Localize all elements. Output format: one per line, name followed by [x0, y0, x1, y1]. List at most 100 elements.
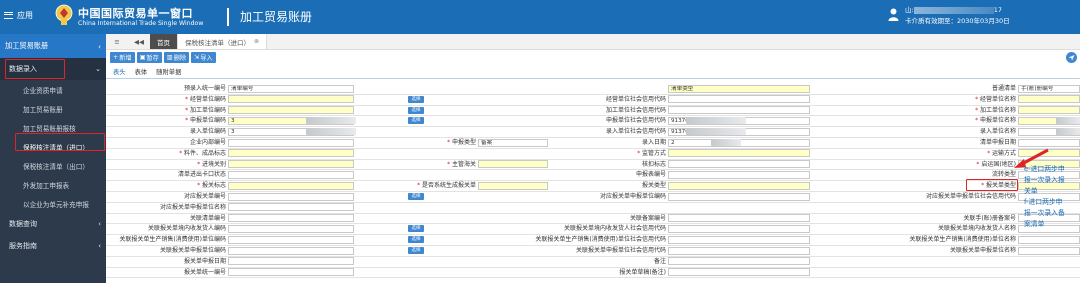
- sidebar-group-guide[interactable]: 服务指南 ‹: [0, 235, 106, 257]
- form-row: * 经营单位编码 经营单位社会信用代码 * 经营单位名称 选择: [106, 95, 1080, 104]
- option-line[interactable]: 案清单: [1024, 219, 1080, 230]
- new-button[interactable]: + 新增: [110, 52, 135, 63]
- sidebar-item-qualification[interactable]: 企业资质申请: [0, 80, 106, 99]
- form-field[interactable]: [228, 170, 354, 179]
- redacted-value: [711, 139, 741, 146]
- tab-bonded-list-import[interactable]: 保税核注清单（进口） ⊗: [178, 34, 268, 49]
- field-label: 关联报关单申报单位编码: [159, 247, 226, 255]
- form-field[interactable]: 清单编号: [228, 84, 354, 93]
- field-label: * 加工单位编码: [185, 106, 226, 114]
- form-field[interactable]: [668, 149, 810, 158]
- form-field[interactable]: [228, 181, 354, 190]
- import-button[interactable]: ⇲ 导入: [191, 52, 216, 63]
- form-field[interactable]: [668, 106, 810, 115]
- select-button[interactable]: 选择: [408, 106, 424, 114]
- form-field[interactable]: [668, 214, 810, 223]
- toolbar: + 新增 ▣ 暂存 ▥ 删除 ⇲ 导入: [106, 50, 1080, 65]
- subtab-header[interactable]: 表头: [113, 67, 126, 76]
- sidebar-item-bonded-list-export[interactable]: 保税核注清单（出口）: [0, 156, 106, 175]
- form-field[interactable]: [668, 257, 810, 266]
- form-field[interactable]: [1018, 106, 1080, 115]
- form-field[interactable]: [668, 95, 810, 104]
- form-field[interactable]: [1018, 95, 1080, 104]
- form-field[interactable]: [228, 246, 354, 255]
- user-name: 山: 17: [905, 6, 1002, 14]
- declaration-type-options: e-进口两步申 报一次录入报 关单 f-进口两步申 报一次录入备 案清单: [1024, 164, 1080, 230]
- form-field[interactable]: [668, 160, 810, 169]
- form-field[interactable]: [228, 257, 354, 266]
- tabs-back-button[interactable]: ◀◀: [128, 34, 150, 49]
- form-field[interactable]: [228, 214, 354, 223]
- user-icon[interactable]: [888, 8, 899, 21]
- form-field[interactable]: [1018, 235, 1080, 244]
- form-field[interactable]: [668, 181, 810, 190]
- save-draft-button[interactable]: ▣ 暂存: [136, 52, 162, 63]
- field-label: 录入单位名称: [979, 128, 1016, 136]
- sidebar-header[interactable]: 加工贸易账册 ‹: [0, 34, 106, 58]
- option-line[interactable]: 关单: [1024, 186, 1080, 197]
- form-field[interactable]: [228, 224, 354, 233]
- app-menu-button[interactable]: 应用: [4, 10, 33, 21]
- subtab-attachments[interactable]: 随附单据: [156, 67, 181, 76]
- select-button[interactable]: 选择: [408, 225, 424, 233]
- form-row: 报关单申报日期 备注: [106, 257, 1080, 266]
- form-field[interactable]: [478, 160, 548, 169]
- form-field[interactable]: [228, 203, 354, 212]
- option-line[interactable]: e-进口两步申: [1024, 164, 1080, 175]
- option-line[interactable]: f-进口两步申: [1024, 197, 1080, 208]
- form-row: * 进境关别 * 主管海关 核扣标志 * 启运国(地区): [106, 160, 1080, 169]
- chevron-left-icon[interactable]: ‹: [98, 42, 101, 51]
- form-field[interactable]: [668, 235, 810, 244]
- form-field[interactable]: [668, 246, 810, 255]
- sidebar-group-data-entry[interactable]: 数据录入 ⌄: [0, 58, 106, 80]
- tab-home[interactable]: 首页: [150, 34, 178, 49]
- form-field[interactable]: 备案: [478, 138, 548, 147]
- field-label: 备注: [653, 257, 666, 265]
- field-label: 普通清单: [991, 85, 1016, 93]
- tabs-menu-button[interactable]: ≡: [106, 34, 128, 49]
- field-label: 预录入统一编号: [183, 85, 226, 93]
- sidebar-item-book-verification[interactable]: 加工贸易账册报核: [0, 118, 106, 137]
- delete-button[interactable]: ▥ 删除: [163, 52, 190, 63]
- option-line[interactable]: 报一次录入备: [1024, 208, 1080, 219]
- form-field[interactable]: [668, 268, 810, 277]
- select-button[interactable]: 选择: [408, 236, 424, 244]
- select-button[interactable]: 选择: [408, 193, 424, 200]
- field-label: * 申报单位名称: [975, 117, 1016, 125]
- sidebar-item-trade-book[interactable]: 加工贸易账册: [0, 99, 106, 118]
- header-divider: [227, 8, 229, 26]
- field-label: * 是否系统生成报关单: [417, 182, 476, 190]
- single-window-logo-icon: [55, 4, 73, 25]
- select-button[interactable]: 选择: [408, 95, 424, 103]
- select-button[interactable]: 选择: [408, 117, 424, 125]
- form-field[interactable]: [668, 192, 810, 201]
- subtab-body[interactable]: 表体: [135, 67, 148, 76]
- form-field[interactable]: [228, 106, 354, 115]
- form-field[interactable]: [228, 268, 354, 277]
- select-button[interactable]: 选择: [408, 247, 424, 254]
- form-field[interactable]: [668, 170, 810, 179]
- form-field[interactable]: [228, 160, 354, 169]
- close-icon[interactable]: ⊗: [254, 38, 259, 45]
- sidebar-item-bonded-list-import[interactable]: 保税核注清单（进口）: [0, 137, 106, 156]
- sidebar-item-outsourcing[interactable]: 外发加工申报表: [0, 175, 106, 194]
- form-field[interactable]: [478, 181, 548, 190]
- form-field[interactable]: [1018, 246, 1080, 255]
- form-field[interactable]: [668, 224, 810, 233]
- option-line[interactable]: 报一次录入报: [1024, 175, 1080, 186]
- form-field[interactable]: [228, 95, 354, 104]
- form-field[interactable]: [228, 138, 354, 147]
- sidebar-group-query[interactable]: 数据查询 ‹: [0, 213, 106, 235]
- form-row: 录入单位编码 3 录入单位社会信用代码 91370 录入单位名称: [106, 127, 1080, 136]
- sidebar-item-supplementary[interactable]: 以企业为单元补充申报: [0, 194, 106, 213]
- form-field[interactable]: [228, 192, 354, 201]
- form-field[interactable]: 清单类型: [668, 84, 810, 93]
- form-field[interactable]: 手(账)册编号: [1018, 84, 1080, 93]
- send-icon[interactable]: [1066, 52, 1077, 63]
- form-row: 关联报关单生产销售(消费使用)单位编码 关联报关单生产销售(消费使用)单位社会信用…: [106, 235, 1080, 244]
- form-field[interactable]: [228, 235, 354, 244]
- redacted-value: [306, 117, 356, 125]
- form-field[interactable]: [228, 149, 354, 158]
- field-label: 流转类型: [991, 171, 1016, 179]
- form-field[interactable]: [1018, 138, 1080, 147]
